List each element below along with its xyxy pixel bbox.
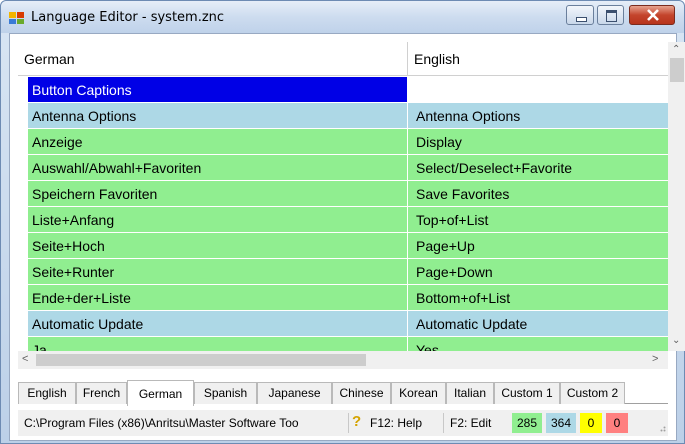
tab-chinese[interactable]: Chinese <box>332 382 391 404</box>
tab-japanese[interactable]: Japanese <box>257 382 332 404</box>
column-header-english[interactable]: English <box>408 42 668 76</box>
count-badge: 364 <box>546 413 576 433</box>
vertical-scroll-thumb[interactable] <box>670 58 684 82</box>
german-cell[interactable]: Button Captions <box>28 77 408 103</box>
table-row[interactable]: Ende+der+Liste Bottom+of+List <box>18 285 668 311</box>
german-cell[interactable]: Seite+Runter <box>28 259 408 285</box>
minimize-button[interactable] <box>566 5 594 25</box>
file-path-label: C:\Program Files (x86)\Anritsu\Master So… <box>24 416 299 430</box>
maximize-button[interactable] <box>597 5 624 25</box>
scroll-left-icon[interactable]: < <box>22 353 28 365</box>
horizontal-scroll-thumb[interactable] <box>36 354 366 366</box>
table-row[interactable]: Auswahl/Abwahl+Favoriten Select/Deselect+… <box>18 155 668 181</box>
grid-rows: Button Captions Antenna Options Antenna Op… <box>18 77 668 363</box>
english-cell[interactable]: Antenna Options <box>408 103 668 129</box>
english-cell[interactable]: Select/Deselect+Favorite <box>408 155 668 181</box>
close-icon <box>647 9 659 21</box>
table-row[interactable]: Seite+Runter Page+Down <box>18 259 668 285</box>
english-cell[interactable]: Save Favorites <box>408 181 668 207</box>
count-badge: 0 <box>606 413 628 433</box>
tab-custom-1[interactable]: Custom 1 <box>494 382 560 404</box>
close-button[interactable] <box>629 5 675 25</box>
german-cell[interactable]: Anzeige <box>28 129 408 155</box>
help-icon[interactable]: ? <box>352 413 361 430</box>
tab-custom-2[interactable]: Custom 2 <box>560 382 625 404</box>
resize-grip-icon[interactable] <box>658 424 666 432</box>
grid-header: German English <box>18 42 668 76</box>
translation-grid[interactable]: German English Button Captions Antenna Op… <box>18 42 668 363</box>
vertical-scrollbar[interactable]: ⌃ ⌄ <box>668 42 685 351</box>
status-separator <box>443 413 444 433</box>
german-cell[interactable]: Ende+der+Liste <box>28 285 408 311</box>
english-cell[interactable] <box>408 77 668 103</box>
help-label[interactable]: F12: Help <box>370 416 422 430</box>
horizontal-scrollbar[interactable]: < > <box>18 351 668 369</box>
tab-french[interactable]: French <box>76 382 127 404</box>
table-row[interactable]: Liste+Anfang Top+of+List <box>18 207 668 233</box>
title-bar[interactable]: Language Editor - system.znc <box>1 1 684 33</box>
german-cell[interactable]: Speichern Favoriten <box>28 181 408 207</box>
status-bar: C:\Program Files (x86)\Anritsu\Master So… <box>18 410 668 436</box>
german-cell[interactable]: Antenna Options <box>28 103 408 129</box>
status-separator <box>348 413 349 433</box>
window-title: Language Editor - system.znc <box>31 10 225 25</box>
app-icon <box>9 12 24 24</box>
tab-english[interactable]: English <box>18 382 76 404</box>
table-row[interactable]: Anzeige Display <box>18 129 668 155</box>
table-row[interactable]: Seite+Hoch Page+Up <box>18 233 668 259</box>
scroll-up-icon[interactable]: ⌃ <box>672 44 680 55</box>
column-header-german[interactable]: German <box>18 42 408 76</box>
english-cell[interactable]: Bottom+of+List <box>408 285 668 311</box>
english-cell[interactable]: Page+Down <box>408 259 668 285</box>
tab-german[interactable]: German <box>127 380 194 406</box>
table-row[interactable]: Automatic Update Automatic Update <box>18 311 668 337</box>
table-row[interactable]: Button Captions <box>18 77 668 103</box>
language-tabs: English French German Spanish Japanese Chines… <box>18 380 668 406</box>
tab-italian[interactable]: Italian <box>446 382 494 404</box>
english-cell[interactable]: Automatic Update <box>408 311 668 337</box>
tab-spanish[interactable]: Spanish <box>194 382 257 404</box>
table-row[interactable]: Antenna Options Antenna Options <box>18 103 668 129</box>
english-cell[interactable]: Page+Up <box>408 233 668 259</box>
german-cell[interactable]: Seite+Hoch <box>28 233 408 259</box>
table-row[interactable]: Speichern Favoriten Save Favorites <box>18 181 668 207</box>
edit-label[interactable]: F2: Edit <box>450 416 491 430</box>
count-badge: 0 <box>580 413 602 433</box>
german-cell[interactable]: Automatic Update <box>28 311 408 337</box>
scroll-down-icon[interactable]: ⌄ <box>672 335 680 346</box>
scroll-right-icon[interactable]: > <box>652 353 658 365</box>
german-cell[interactable]: Liste+Anfang <box>28 207 408 233</box>
count-badge: 285 <box>512 413 542 433</box>
german-cell[interactable]: Auswahl/Abwahl+Favoriten <box>28 155 408 181</box>
tab-korean[interactable]: Korean <box>391 382 446 404</box>
english-cell[interactable]: Display <box>408 129 668 155</box>
english-cell[interactable]: Top+of+List <box>408 207 668 233</box>
